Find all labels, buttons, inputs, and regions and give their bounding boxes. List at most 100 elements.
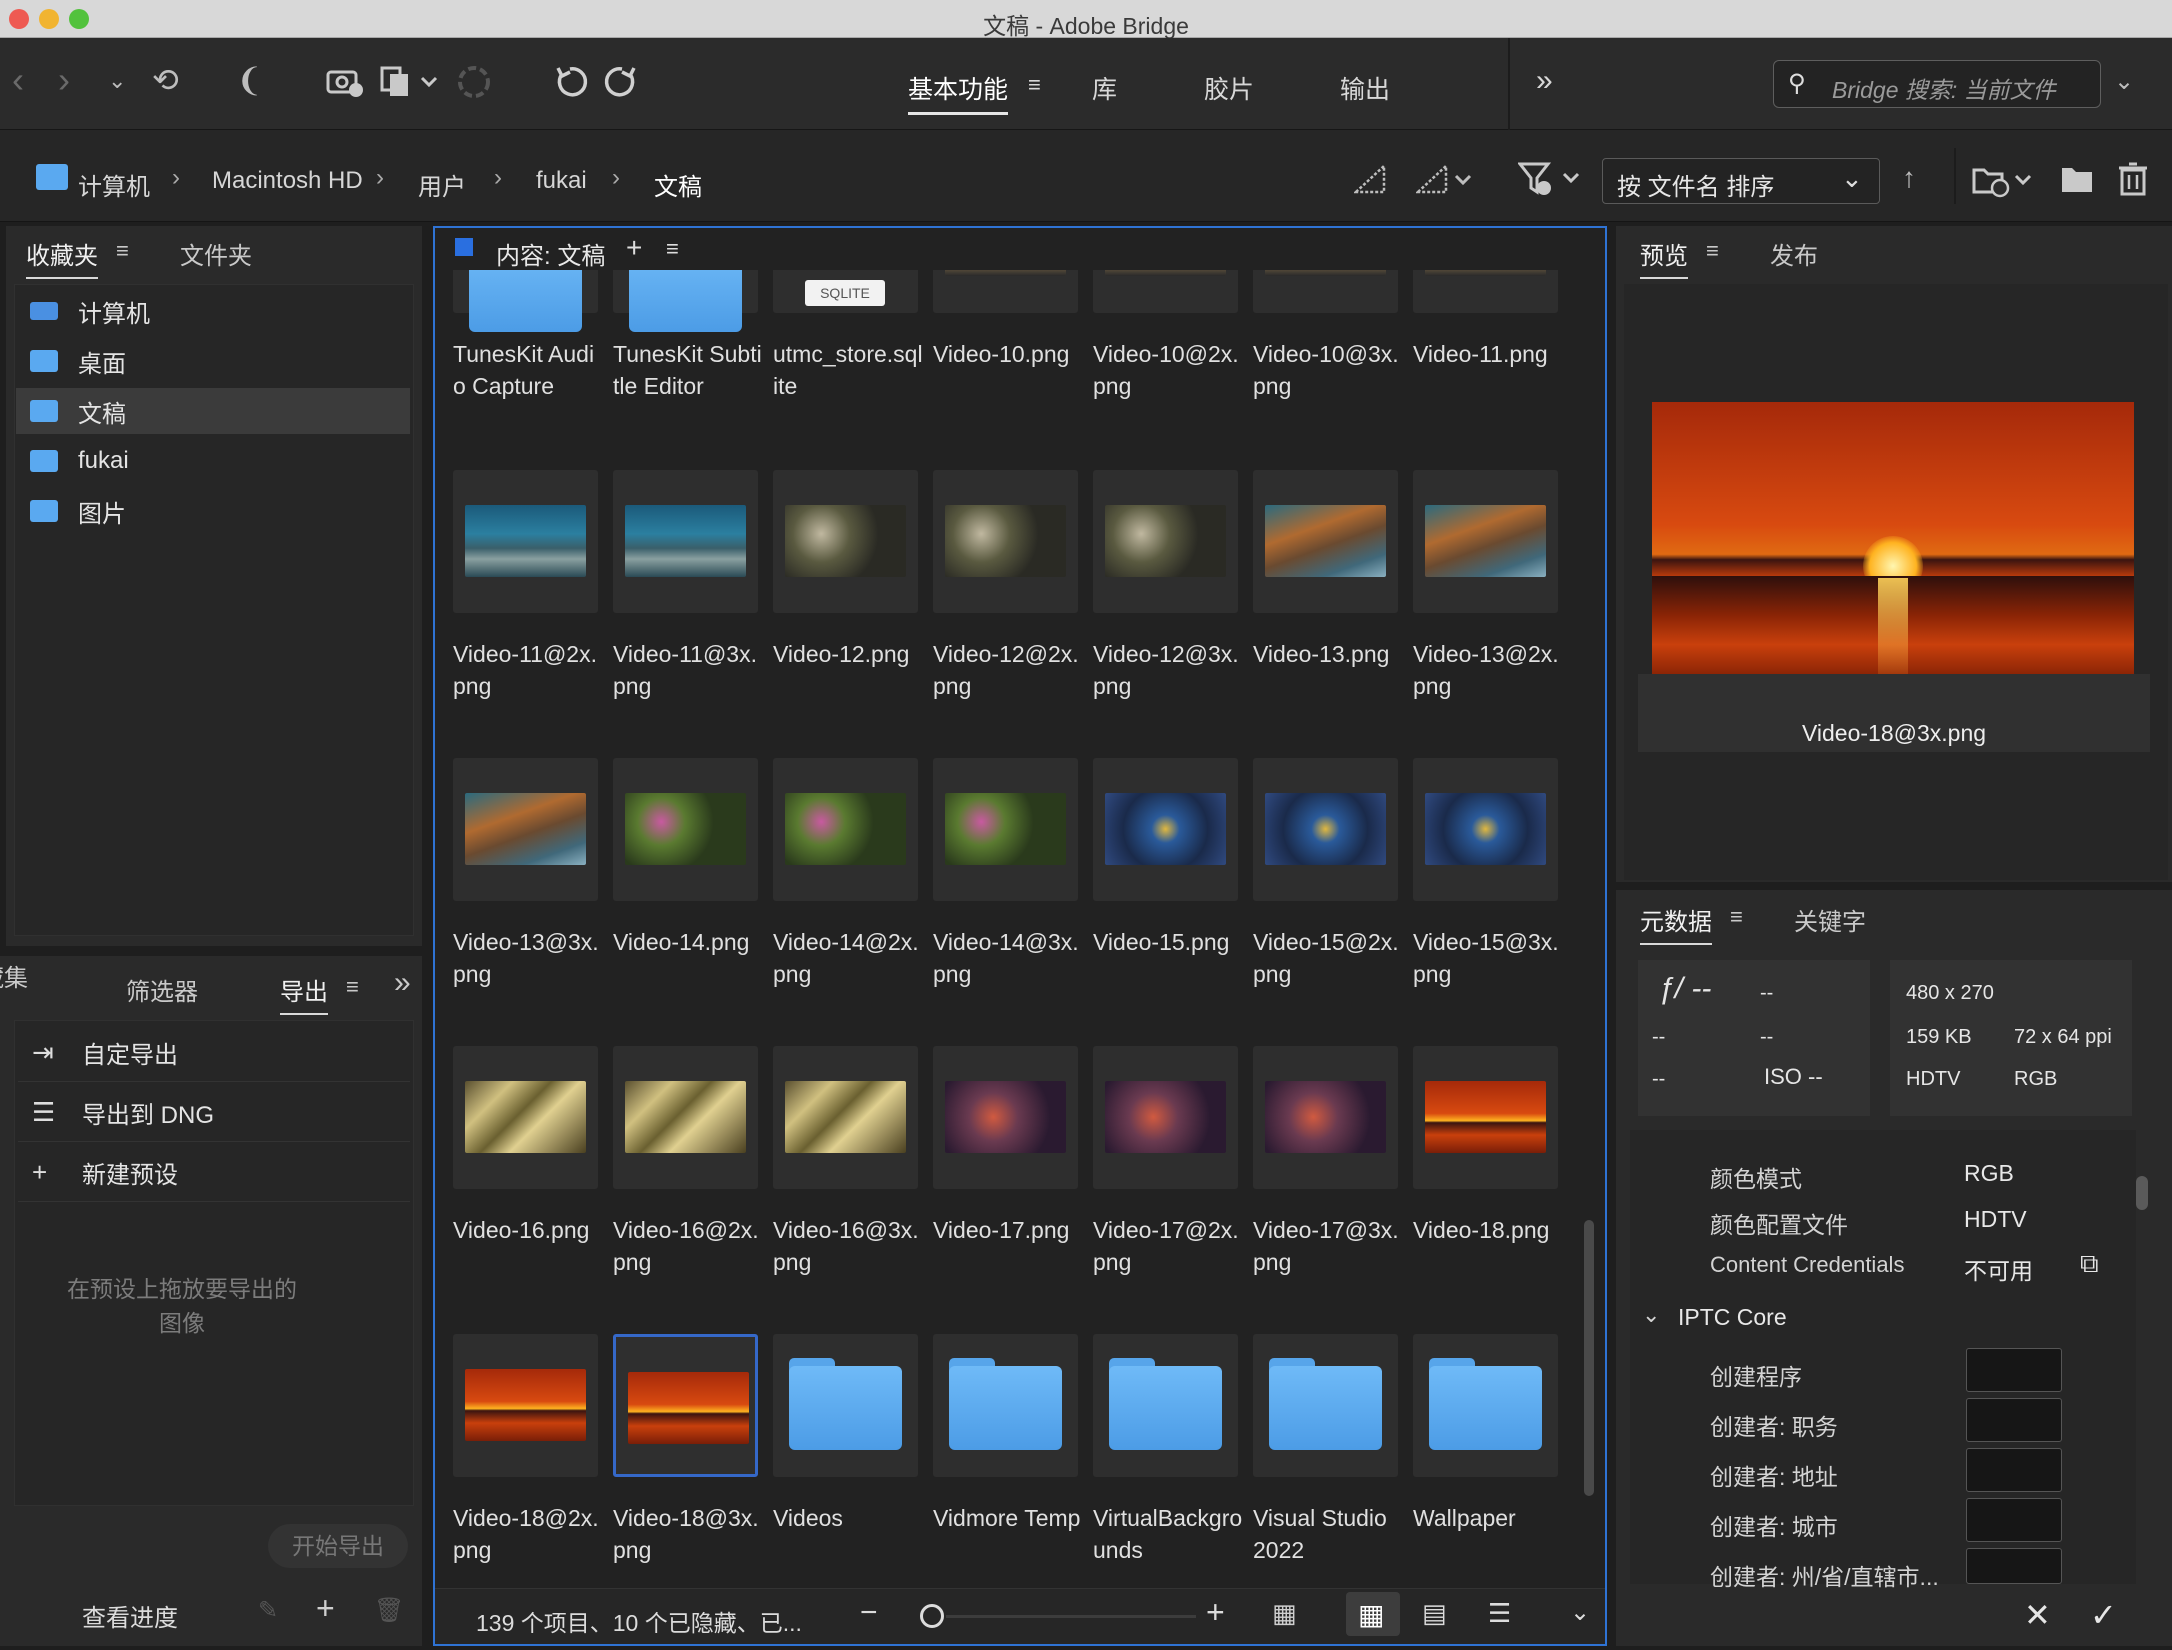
search-options-chevron-icon[interactable]: ⌄ <box>2114 70 2134 94</box>
iptc-field-input[interactable] <box>1966 1548 2062 1584</box>
thumbnail-cell[interactable] <box>1253 270 1398 313</box>
thumbnail-cell[interactable] <box>1413 1046 1558 1189</box>
quality-menu-icon[interactable] <box>1416 164 1476 194</box>
thumbnail-cell[interactable] <box>1253 1334 1398 1477</box>
thumbnail-cell[interactable] <box>1093 1334 1238 1477</box>
list-view-icon[interactable]: ☰ <box>1488 1598 1511 1629</box>
breadcrumb-macintosh-hd[interactable]: Macintosh HD <box>212 167 363 195</box>
view-options-chevron-icon[interactable]: ⌄ <box>1570 1598 1590 1627</box>
open-recent-folder-icon[interactable] <box>1972 162 2036 198</box>
grid-lock-icon[interactable]: ▦ <box>1272 1598 1297 1629</box>
thumbnail-label[interactable]: Video-15.png <box>1093 926 1243 958</box>
workspace-menu-icon[interactable]: ≡ <box>1028 72 1041 98</box>
thumbnail-cell[interactable] <box>613 1334 758 1477</box>
view-thumbnails-button[interactable]: ▦ <box>1346 1592 1400 1636</box>
sort-ascending-icon[interactable]: ↑ <box>1902 164 1916 192</box>
workspace-tab-library[interactable]: 库 <box>1092 70 1117 106</box>
thumbnail-label[interactable]: Video-14@3x.png <box>933 926 1083 990</box>
thumbnail-cell[interactable] <box>933 758 1078 901</box>
preview-image[interactable] <box>1652 402 2134 674</box>
favorite-documents[interactable]: 文稿 <box>16 388 410 434</box>
thumbnail-label[interactable]: Video-16@3x.png <box>773 1214 923 1278</box>
quality-icon[interactable] <box>1354 164 1386 194</box>
thumbnail-cell[interactable] <box>613 758 758 901</box>
thumbnail-label[interactable]: Vidmore Temp <box>933 1502 1083 1534</box>
export-item-custom[interactable]: ⇥ 自定导出 <box>18 1024 410 1082</box>
thumbnail-label[interactable]: Wallpaper <box>1413 1502 1563 1534</box>
iptc-field-input[interactable] <box>1966 1398 2062 1442</box>
search-box[interactable]: ⚲ Bridge 搜索: 当前文件 <box>1773 60 2101 108</box>
view-progress-button[interactable]: 查看进度 <box>82 1598 178 1633</box>
thumbnail-label[interactable]: Video-16@2x.png <box>613 1214 763 1278</box>
thumbnail-label[interactable]: Video-16.png <box>453 1214 603 1246</box>
new-folder-icon[interactable] <box>2060 164 2094 194</box>
tab-preview[interactable]: 预览 <box>1640 236 1688 279</box>
workspace-tab-output[interactable]: 输出 <box>1340 70 1390 106</box>
thumbnail-label[interactable]: Video-14.png <box>613 926 763 958</box>
thumbnail-size-slider-thumb[interactable] <box>920 1604 944 1628</box>
cancel-icon[interactable]: ✕ <box>2024 1596 2051 1634</box>
thumbnail-cell[interactable] <box>453 758 598 901</box>
thumbnail-label[interactable]: Video-11@3x.png <box>613 638 763 702</box>
iptc-section-title[interactable]: IPTC Core <box>1678 1304 1787 1331</box>
thumbnail-label[interactable]: Videos <box>773 1502 923 1534</box>
export-item-new-preset[interactable]: + 新建预设 <box>18 1144 410 1202</box>
thumbnail-label[interactable]: Video-10@2x.png <box>1093 338 1243 402</box>
thumbnail-cell[interactable] <box>773 470 918 613</box>
start-export-button[interactable]: 开始导出 <box>268 1524 408 1568</box>
sort-dropdown[interactable]: 按 文件名 排序 ⌄ <box>1602 158 1880 204</box>
thumbnail-cell[interactable] <box>1413 1334 1558 1477</box>
thumbnail-cell[interactable] <box>1413 270 1558 313</box>
iptc-field-input[interactable] <box>1966 1448 2062 1492</box>
thumbnail-cell[interactable] <box>1253 470 1398 613</box>
tab-metadata[interactable]: 元数据 <box>1640 902 1712 945</box>
tab-favorites[interactable]: 收藏夹 <box>26 236 98 279</box>
thumbnail-label[interactable]: Video-15@3x.png <box>1413 926 1563 990</box>
section-collapse-chevron-icon[interactable]: ⌄ <box>1642 1302 1660 1328</box>
thumbnail-cell[interactable] <box>773 1046 918 1189</box>
iptc-field-input[interactable] <box>1966 1498 2062 1542</box>
panel-menu-icon[interactable]: ≡ <box>1730 904 1743 930</box>
thumbnail-label[interactable]: Video-13.png <box>1253 638 1403 670</box>
thumbnail-label[interactable]: utmc_store.sqlite <box>773 338 923 402</box>
thumbnail-cell[interactable] <box>773 758 918 901</box>
thumbnail-cell[interactable] <box>613 270 758 332</box>
thumbnail-cell[interactable]: SQLITE <box>773 270 918 313</box>
content-scrollbar[interactable] <box>1584 1220 1594 1496</box>
thumbnail-cell[interactable] <box>453 270 598 332</box>
tab-collections[interactable]: 藏集 <box>0 965 28 992</box>
tab-filter[interactable]: 筛选器 <box>126 972 198 1007</box>
thumbnail-cell[interactable] <box>613 470 758 613</box>
thumbnail-label[interactable]: Visual Studio 2022 <box>1253 1502 1403 1566</box>
thumbnail-label[interactable]: VirtualBackgrounds <box>1093 1502 1243 1566</box>
thumbnail-cell[interactable] <box>453 1046 598 1189</box>
thumbnail-label[interactable]: Video-12@3x.png <box>1093 638 1243 702</box>
external-link-icon[interactable]: ⧉ <box>2080 1248 2099 1280</box>
thumbnail-label[interactable]: Video-13@2x.png <box>1413 638 1563 702</box>
thumbnail-cell[interactable] <box>453 470 598 613</box>
thumbnail-label[interactable]: Video-11@2x.png <box>453 638 603 702</box>
panel-menu-icon[interactable]: ≡ <box>116 238 129 264</box>
breadcrumb-documents[interactable]: 文稿 <box>654 167 702 202</box>
tab-keywords[interactable]: 关键字 <box>1794 902 1866 937</box>
breadcrumb-computer[interactable]: 计算机 <box>78 167 150 202</box>
back-icon[interactable]: ‹ <box>12 62 24 98</box>
panel-menu-icon[interactable]: ≡ <box>666 236 679 262</box>
thumbnail-label[interactable]: Video-18@2x.png <box>453 1502 603 1566</box>
thumbnail-label[interactable]: Video-17@3x.png <box>1253 1214 1403 1278</box>
thumbnail-cell[interactable] <box>1413 470 1558 613</box>
add-content-tab-icon[interactable]: + <box>626 232 642 264</box>
filter-icon[interactable] <box>1518 160 1582 198</box>
thumbnail-label[interactable]: TunesKit Audio Capture <box>453 338 603 402</box>
more-workspaces-icon[interactable]: » <box>1536 64 1553 98</box>
panel-menu-icon[interactable]: ≡ <box>346 974 359 1000</box>
thumbnail-cell[interactable] <box>1253 1046 1398 1189</box>
zoom-in-icon[interactable]: + <box>1206 1594 1225 1631</box>
breadcrumb-fukai[interactable]: fukai <box>536 167 587 195</box>
camera-import-icon[interactable] <box>326 64 364 98</box>
thumbnail-label[interactable]: Video-11.png <box>1413 338 1563 370</box>
thumbnail-size-slider-track[interactable] <box>946 1615 1196 1618</box>
thumbnail-label[interactable]: Video-14@2x.png <box>773 926 923 990</box>
expand-panel-icon[interactable]: » <box>394 966 411 1000</box>
favorite-desktop[interactable]: 桌面 <box>30 338 410 384</box>
